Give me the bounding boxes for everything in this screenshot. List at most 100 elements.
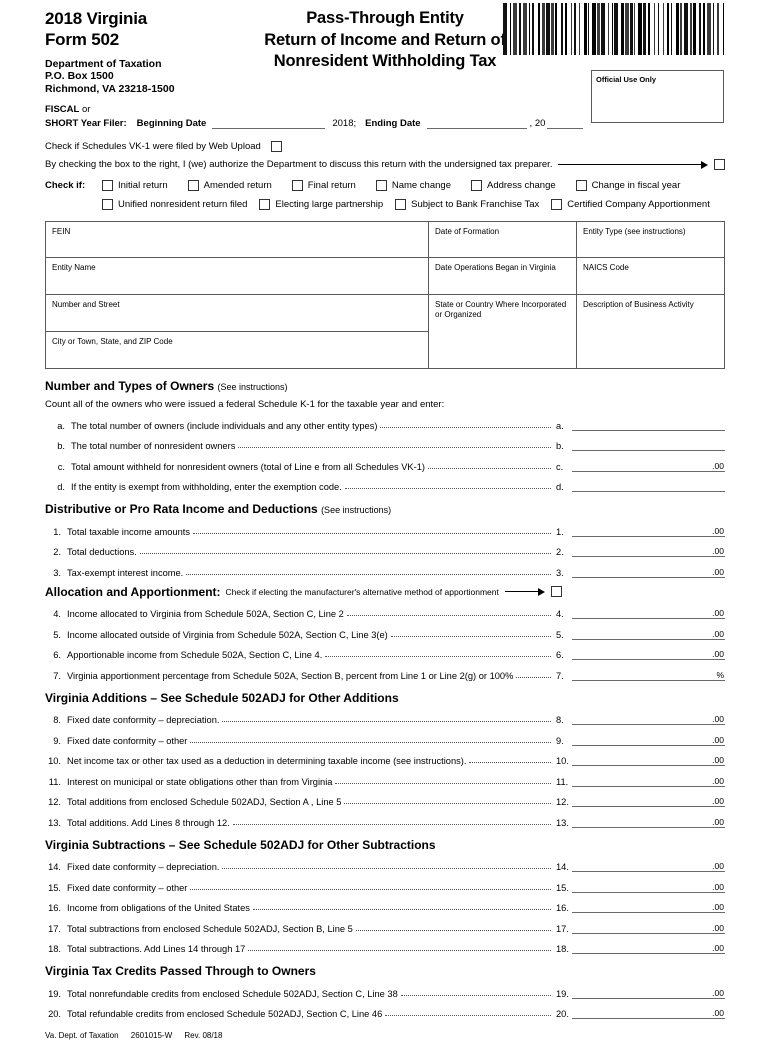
check-if-option[interactable]: Subject to Bank Franchise Tax (395, 199, 539, 210)
distributive-heading-text: Distributive or Pro Rata Income and Dedu… (45, 502, 318, 516)
check-if-option-checkbox[interactable] (375, 180, 387, 191)
form-line-input[interactable]: .00 (572, 544, 725, 557)
dept-line-2: P.O. Box 1500 (45, 70, 114, 83)
preparer-authorization-checkbox[interactable] (714, 159, 725, 170)
form-line-input[interactable]: .00 (572, 627, 725, 640)
check-if-option[interactable]: Name change (375, 180, 451, 191)
date-ops-began-field[interactable]: Date Operations Began in Virginia (429, 258, 576, 295)
form-line-row: 2. Total deductions. 2. .00 (45, 542, 725, 557)
date-of-formation-field[interactable]: Date of Formation (429, 222, 576, 258)
form-line-input[interactable]: .00 (572, 900, 725, 913)
form-line-label: Income allocated outside of Virginia fro… (67, 629, 388, 640)
form-page: 2018 Virginia Form 502 Department of Tax… (0, 0, 770, 1040)
form-line-number: 8. (53, 715, 61, 725)
state-country-field[interactable]: State or Country Where Incorporated or O… (429, 295, 576, 368)
dot-leader (385, 1015, 551, 1016)
form-line-suffix: .00 (712, 943, 724, 953)
state-country-label: State or Country Where Incorporated or O… (435, 300, 567, 319)
check-if-option-label: Electing large partnership (275, 199, 384, 210)
form-line-input[interactable] (572, 438, 725, 451)
additions-lines: 8. Fixed date conformity – depreciation. 8… (45, 710, 725, 828)
check-if-option-checkbox[interactable] (291, 180, 303, 191)
form-line-input[interactable]: .00 (572, 880, 725, 893)
form-line-label: Total subtractions from enclosed Schedul… (67, 923, 353, 934)
business-activity-label: Description of Business Activity (583, 300, 694, 309)
dot-leader (190, 741, 551, 743)
check-if-option[interactable]: Initial return (102, 180, 168, 191)
form-line-key: 15. (556, 882, 569, 893)
web-upload-checkbox[interactable] (270, 141, 282, 152)
check-if-option-checkbox[interactable] (575, 180, 587, 191)
manufacturer-alternative-method-checkbox[interactable] (550, 586, 562, 597)
form-line-input[interactable]: .00 (572, 459, 725, 472)
city-town-field[interactable]: City or Town, State, and ZIP Code (46, 332, 428, 368)
business-activity-field[interactable]: Description of Business Activity (577, 295, 724, 368)
check-if-option[interactable]: Unified nonresident return filed (102, 199, 247, 210)
ending-date-input[interactable] (426, 119, 527, 129)
form-line-input[interactable]: .00 (572, 941, 725, 954)
form-line-input[interactable]: .00 (572, 815, 725, 828)
form-line-input[interactable]: .00 (572, 565, 725, 578)
check-if-option-label: Name change (391, 180, 451, 191)
form-line-number: 9. (53, 735, 61, 746)
form-line-label: Interest on municipal or state obligatio… (67, 776, 333, 787)
number-street-field[interactable]: Number and Street (46, 295, 428, 332)
form-line-key: d. (556, 482, 564, 492)
form-line-input[interactable]: .00 (572, 986, 725, 999)
check-if-option-checkbox[interactable] (187, 180, 199, 191)
check-if-option-label: Change in fiscal year (591, 180, 681, 191)
check-if-option-label: Address change (486, 180, 556, 191)
form-line-input[interactable] (572, 418, 725, 431)
entity-table-col-right: Entity Type (see instructions) NAICS Cod… (577, 222, 724, 368)
form-line-row: 5. Income allocated outside of Virginia f… (45, 625, 725, 640)
entity-name-field[interactable]: Entity Name (46, 258, 428, 295)
entity-type-field[interactable]: Entity Type (see instructions) (577, 222, 724, 258)
check-if-option[interactable]: Electing large partnership (259, 199, 383, 210)
form-line-row: 12. Total additions from enclosed Schedul… (45, 792, 725, 807)
fiscal-year-filer-row: FISCAL or SHORT Year Filer: Beginning Da… (45, 104, 725, 134)
naics-code-field[interactable]: NAICS Code (577, 258, 724, 295)
form-line-input[interactable]: .00 (572, 774, 725, 787)
form-line-input[interactable]: .00 (572, 794, 725, 807)
form-line-number: c. (57, 461, 65, 472)
form-line-label: Total additions. Add Lines 8 through 12. (67, 817, 230, 828)
form-line-label: If the entity is exempt from withholding… (71, 482, 342, 492)
form-line-row: 6. Apportionable income from Schedule 502… (45, 645, 725, 660)
check-if-option-checkbox[interactable] (551, 199, 563, 210)
date-of-formation-label: Date of Formation (435, 227, 500, 236)
form-line-input[interactable]: % (572, 668, 725, 681)
form-line-input[interactable]: .00 (572, 733, 725, 746)
form-line-input[interactable]: .00 (572, 859, 725, 872)
form-line-label: Fixed date conformity – other (67, 735, 188, 746)
check-if-option[interactable]: Amended return (187, 180, 272, 191)
form-line-input[interactable]: .00 (572, 712, 725, 725)
form-line-input[interactable]: .00 (572, 647, 725, 660)
form-line-input[interactable]: .00 (572, 753, 725, 766)
distributive-lines: 1. Total taxable income amounts 1. .00 2. Tot… (45, 522, 725, 578)
beginning-date-input[interactable] (212, 119, 326, 129)
check-if-option-checkbox[interactable] (470, 180, 482, 191)
check-if-option-checkbox[interactable] (102, 180, 113, 191)
check-if-option-checkbox[interactable] (395, 199, 407, 210)
footer-form-code: 2601015-W (130, 1031, 173, 1040)
fein-field[interactable]: FEIN (46, 222, 428, 258)
check-if-option-checkbox[interactable] (102, 199, 113, 210)
dot-leader (222, 868, 551, 869)
form-line-input[interactable]: .00 (572, 606, 725, 619)
form-line-row: 11. Interest on municipal or state obliga… (45, 772, 725, 787)
check-if-option[interactable]: Final return (291, 180, 356, 191)
check-if-option-label: Final return (307, 180, 356, 191)
check-if-option[interactable]: Certified Company Apportionment (551, 199, 710, 210)
check-if-option[interactable]: Address change (470, 180, 556, 191)
form-line-input[interactable]: .00 (572, 1006, 725, 1019)
form-line-row: 7. Virginia apportionment percentage from… (45, 666, 725, 681)
form-line-input[interactable] (572, 479, 725, 492)
form-line-row: 20. Total refundable credits from enclose… (45, 1004, 725, 1019)
form-line-input[interactable]: .00 (572, 524, 725, 537)
form-line-input[interactable]: .00 (572, 921, 725, 934)
naics-code-label: NAICS Code (583, 263, 629, 272)
check-if-row-1: Check if: Initial return Amended return Fi… (45, 180, 725, 191)
check-if-option-checkbox[interactable] (259, 199, 271, 210)
check-if-option[interactable]: Change in fiscal year (575, 180, 681, 191)
ending-year-input[interactable] (547, 119, 584, 129)
